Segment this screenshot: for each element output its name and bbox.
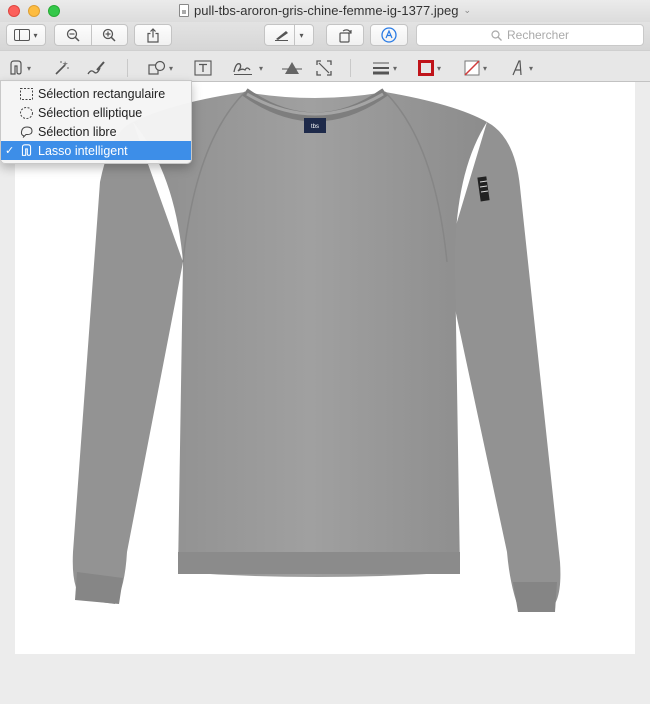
chevron-down-icon: ▾: [393, 63, 398, 73]
menu-item-label: Sélection elliptique: [38, 105, 143, 120]
fill-color-icon: [464, 60, 480, 76]
markup-toolbar: ▾ ▾ ▾ ▾ ▾ ▾ ▾: [0, 50, 650, 82]
magic-wand-icon: [55, 61, 69, 75]
rotate-button[interactable]: [326, 24, 364, 46]
window-title-text: pull-tbs-aroron-gris-chine-femme-ig-1377…: [194, 3, 459, 18]
resize-icon: [316, 60, 332, 76]
markup-icon: [381, 27, 397, 43]
share-button[interactable]: [134, 24, 172, 46]
text-tool-button[interactable]: [194, 59, 212, 77]
prism-icon: [282, 62, 302, 74]
menu-item-label: Sélection rectangulaire: [38, 86, 166, 101]
chevron-down-icon: ▾: [299, 30, 304, 40]
pen-icon: [275, 31, 289, 41]
toolbar: ▾ ▾ Rechercher: [0, 22, 650, 50]
chevron-down-icon: ▾: [483, 63, 488, 73]
ellipse-selection-icon: [19, 106, 33, 119]
fill-color-button[interactable]: ▾: [464, 59, 487, 77]
brand-label-text: tbs: [311, 124, 319, 130]
markup-toolbar-button[interactable]: [370, 24, 408, 46]
adjust-size-button[interactable]: [316, 59, 332, 77]
border-color-button[interactable]: ▾: [418, 59, 441, 77]
chevron-down-icon: ▾: [529, 63, 534, 73]
segment-divider: [294, 25, 296, 45]
chevron-down-icon: ⌄: [463, 5, 471, 15]
zoom-segmented-control: [54, 24, 128, 46]
sweater-illustration: tbs: [72, 88, 561, 612]
sweater-image[interactable]: tbs: [15, 82, 635, 654]
menu-item-label: Lasso intelligent: [38, 143, 128, 158]
sketch-tool-button[interactable]: [86, 59, 106, 77]
title-bar: pull-tbs-aroron-gris-chine-femme-ig-1377…: [0, 0, 650, 22]
adjust-color-button[interactable]: [282, 59, 302, 77]
line-style-icon: [373, 62, 389, 75]
toolbar-separator: [350, 59, 351, 77]
document-icon: [179, 4, 189, 17]
chevron-down-icon: ▾: [259, 63, 264, 73]
line-style-button[interactable]: ▾: [372, 59, 397, 77]
sidebar-toggle-button[interactable]: ▾: [6, 24, 46, 46]
rect-selection-icon: [19, 87, 33, 100]
selection-tool-menu: Sélection rectangulaire Sélection ellipt…: [0, 80, 192, 164]
menu-check: ✓: [5, 145, 15, 157]
sidebar-icon: [14, 29, 31, 41]
shapes-icon: [148, 60, 166, 75]
rotate-icon: [339, 28, 352, 43]
signature-icon: [233, 63, 252, 75]
document-canvas[interactable]: tbs: [0, 82, 650, 704]
toolbar-separator: [127, 59, 128, 77]
search-icon: [491, 29, 502, 41]
chevron-down-icon: ▾: [33, 30, 38, 40]
zoom-in-button[interactable]: [91, 25, 127, 45]
zoom-out-icon: [66, 28, 80, 42]
sketch-icon: [87, 61, 105, 75]
menu-item-smart-lasso[interactable]: ✓ Lasso intelligent: [1, 141, 191, 160]
menu-item-rect-selection[interactable]: Sélection rectangulaire: [1, 84, 191, 103]
text-style-button[interactable]: ▾: [510, 59, 533, 77]
menu-item-label: Sélection libre: [38, 124, 117, 139]
smart-lasso-icon: [19, 144, 33, 157]
signature-tool-button[interactable]: ▾: [232, 59, 263, 77]
chevron-down-icon: ▾: [27, 63, 32, 73]
window-title[interactable]: pull-tbs-aroron-gris-chine-femme-ig-1377…: [0, 3, 650, 18]
menu-item-ellipse-selection[interactable]: Sélection elliptique: [1, 103, 191, 122]
border-color-icon: [418, 60, 434, 76]
freehand-selection-icon: [19, 125, 33, 138]
selection-tool-button[interactable]: ▾: [8, 59, 31, 77]
chevron-down-icon: ▾: [169, 63, 174, 73]
zoom-in-icon: [103, 28, 116, 42]
text-style-icon: [512, 60, 522, 76]
smart-lasso-icon: [10, 60, 22, 75]
markup-pen-button[interactable]: ▾: [264, 24, 314, 46]
zoom-out-button[interactable]: [55, 25, 91, 45]
instant-alpha-button[interactable]: [52, 59, 70, 77]
menu-item-freehand-selection[interactable]: Sélection libre: [1, 122, 191, 141]
shapes-tool-button[interactable]: ▾: [148, 59, 173, 77]
share-icon: [147, 27, 159, 43]
text-box-icon: [194, 60, 212, 76]
chevron-down-icon: ▾: [437, 63, 442, 73]
search-field[interactable]: Rechercher: [416, 24, 644, 46]
search-placeholder: Rechercher: [506, 28, 570, 42]
